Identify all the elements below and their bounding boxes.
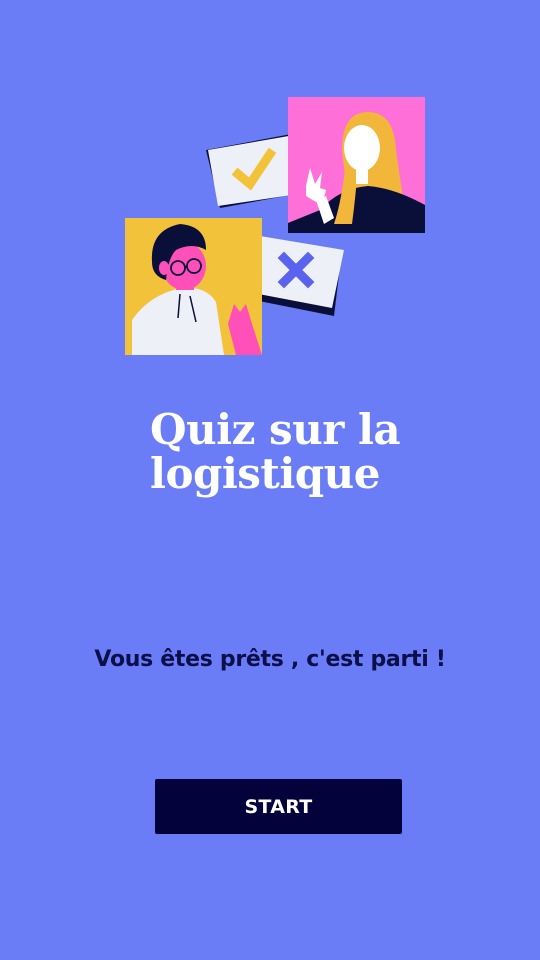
quiz-illustration (125, 97, 425, 355)
quiz-title: Quiz sur la logistique (150, 408, 470, 496)
woman-avatar-card (288, 97, 425, 233)
man-avatar-card (125, 218, 262, 355)
quiz-title-line-1: Quiz sur la (150, 405, 401, 454)
quiz-title-line-2: logistique (150, 449, 380, 498)
start-button[interactable]: START (155, 779, 402, 834)
quiz-subtitle: Vous êtes prêts , c'est parti ! (94, 647, 446, 672)
